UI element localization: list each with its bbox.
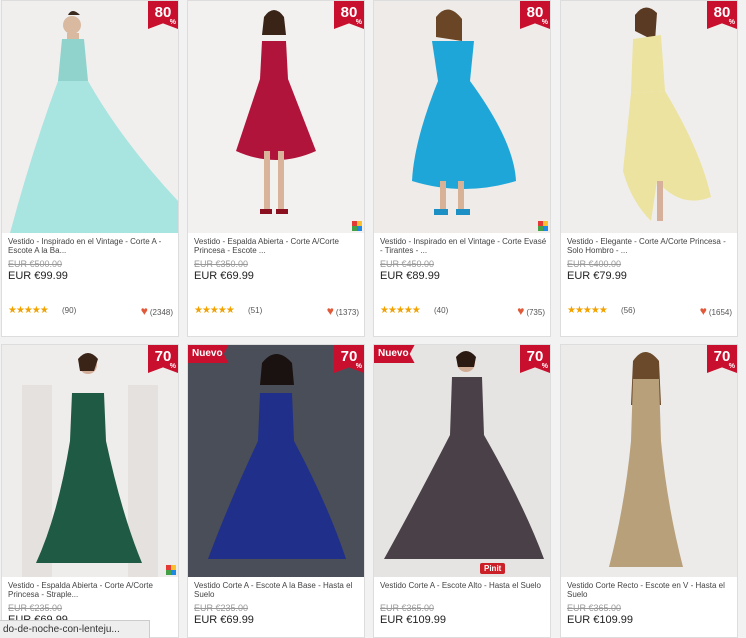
review-count[interactable]: (90) [62, 306, 76, 315]
percent-sign: % [169, 19, 176, 26]
percent-sign: % [169, 363, 176, 370]
favorite-count[interactable]: ♥ (1654) [700, 304, 732, 318]
heart-icon[interactable]: ♥ [327, 304, 334, 318]
original-price: EUR €350.00 [194, 259, 249, 269]
multicolor-icon [166, 565, 176, 575]
pinit-button[interactable]: Pinit [480, 563, 506, 574]
review-count[interactable]: (40) [434, 306, 448, 315]
original-price: EUR €235.00 [8, 603, 63, 613]
favorite-count[interactable]: ♥ (735) [517, 304, 545, 318]
sale-price: EUR €99.99 [8, 270, 68, 282]
product-card[interactable]: 70% Vestido - Espalda Abierta - Corte A/… [1, 344, 179, 638]
original-price: EUR €235.00 [194, 603, 249, 613]
favorite-count[interactable]: ♥ (2348) [141, 304, 173, 318]
favorite-count-value: (735) [526, 308, 545, 317]
sale-price: EUR €69.99 [194, 270, 254, 282]
product-card[interactable]: Nuevo 70% Vestido Corte A - Escote A la … [187, 344, 365, 638]
multicolor-icon [352, 221, 362, 231]
product-image[interactable]: Nuevo 70% Pinit [374, 345, 550, 577]
original-price: EUR €365.00 [567, 603, 622, 613]
review-count[interactable]: (56) [621, 306, 635, 315]
product-card[interactable]: 70% Vestido Corte Recto - Escote en V - … [560, 344, 738, 638]
original-price: EUR €365.00 [380, 603, 435, 613]
rating-stars-icon: ★★★★★ [194, 305, 235, 316]
sale-price: EUR €109.99 [380, 614, 447, 626]
heart-icon[interactable]: ♥ [141, 304, 148, 318]
sale-price: EUR €89.99 [380, 270, 440, 282]
percent-sign: % [541, 363, 548, 370]
product-card[interactable]: 80% Vestido - Elegante - Corte A/Corte P… [560, 0, 738, 337]
product-image[interactable]: 80% [561, 1, 737, 233]
favorite-count[interactable]: ♥ (1373) [327, 304, 359, 318]
product-card[interactable]: 80% Vestido - Inspirado en el Vintage - … [373, 0, 551, 337]
percent-sign: % [355, 19, 362, 26]
product-image[interactable]: 80% [188, 1, 364, 233]
review-count[interactable]: (51) [248, 306, 262, 315]
product-image[interactable]: 70% [2, 345, 178, 577]
percent-sign: % [541, 19, 548, 26]
product-image[interactable]: 70% [561, 345, 737, 577]
product-card[interactable]: Nuevo 70% Pinit Vestido Corte A - Escote… [373, 344, 551, 638]
rating-stars-icon: ★★★★★ [8, 305, 49, 316]
product-image[interactable]: 80% [2, 1, 178, 233]
heart-icon[interactable]: ♥ [517, 304, 524, 318]
favorite-count-value: (1654) [708, 308, 732, 317]
percent-sign: % [355, 363, 362, 370]
sale-price: EUR €109.99 [567, 614, 634, 626]
product-image[interactable]: 80% [374, 1, 550, 233]
heart-icon[interactable]: ♥ [700, 304, 707, 318]
status-bar-url: do-de-noche-con-lenteju... [0, 620, 150, 638]
sale-price: EUR €79.99 [567, 270, 627, 282]
product-card[interactable]: 80% Vestido - Espalda Abierta - Corte A/… [187, 0, 365, 337]
new-badge: Nuevo [188, 345, 229, 363]
original-price: EUR €400.00 [567, 259, 622, 269]
percent-sign: % [728, 19, 735, 26]
percent-sign: % [728, 363, 735, 370]
rating-stars-icon: ★★★★★ [567, 305, 608, 316]
product-card[interactable]: 80% Vestido - Inspirado en el Vintage - … [1, 0, 179, 337]
favorite-count-value: (2348) [149, 308, 173, 317]
rating-stars-icon: ★★★★★ [380, 305, 421, 316]
original-price: EUR €450.00 [380, 259, 435, 269]
favorite-count-value: (1373) [335, 308, 359, 317]
product-grid: 80% Vestido - Inspirado en el Vintage - … [0, 0, 746, 638]
multicolor-icon [538, 221, 548, 231]
sale-price: EUR €69.99 [194, 614, 254, 626]
product-image[interactable]: Nuevo 70% [188, 345, 364, 577]
new-badge: Nuevo [374, 345, 415, 363]
original-price: EUR €500.00 [8, 259, 63, 269]
